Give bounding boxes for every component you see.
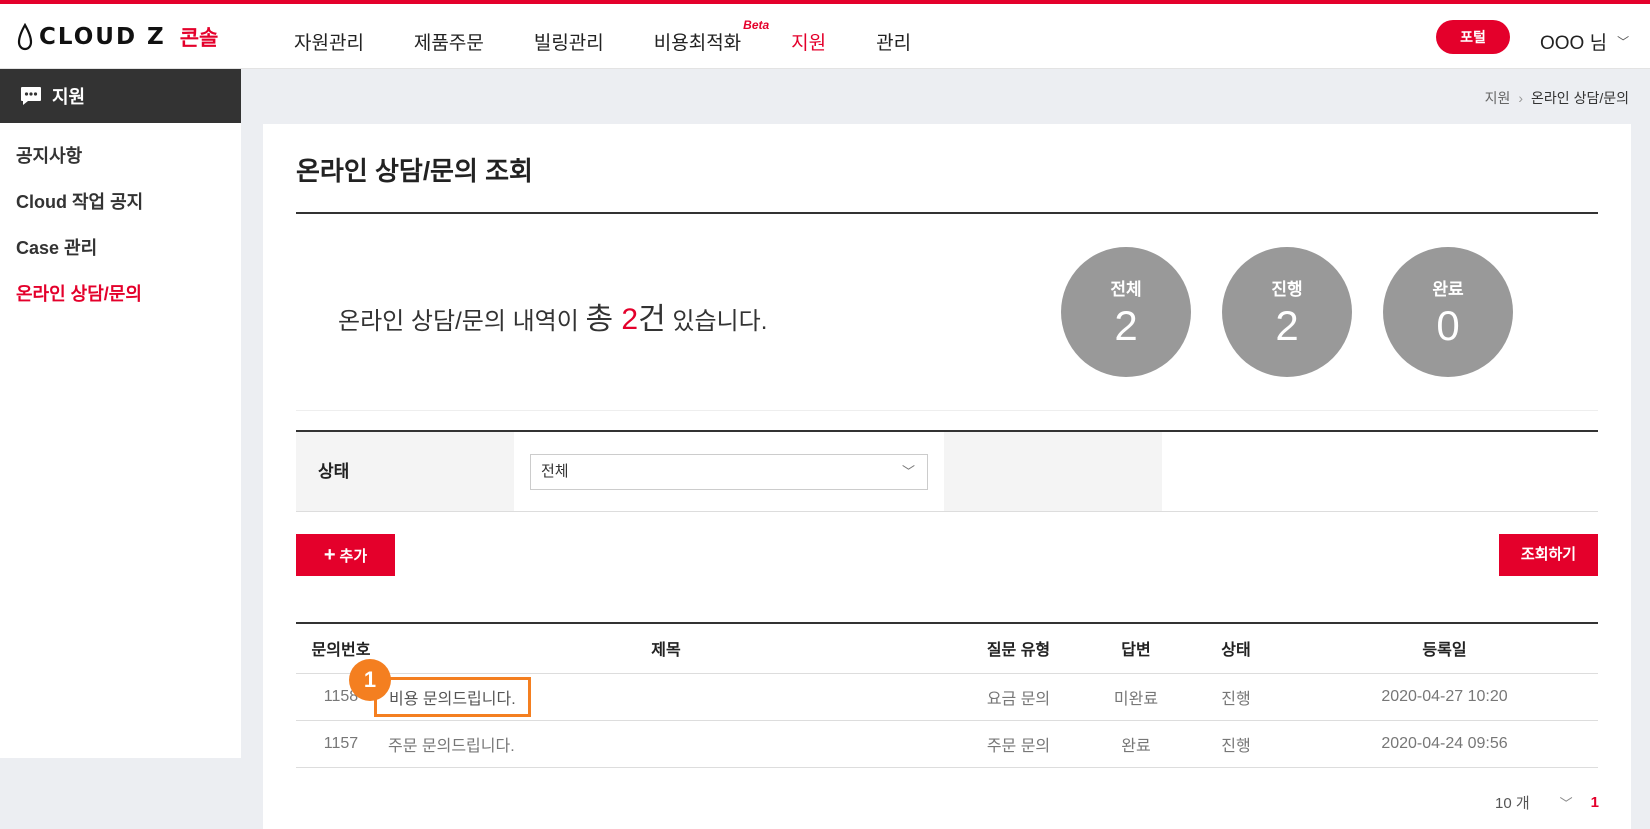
stat-circle-in-progress: 진행 2 <box>1222 247 1352 377</box>
logo-text: CLOUD Z <box>39 24 166 50</box>
summary-prefix: 온라인 상담/문의 내역이 <box>338 308 586 335</box>
nav-item-cost-optimization-label: 비용최적화 <box>653 33 742 54</box>
table-row[interactable]: 1158 비용 문의드립니다. 요금 문의 미완료 진행 2020-04-27 … <box>296 673 1598 721</box>
filter-label-status: 상태 <box>296 432 514 511</box>
main-panel: 온라인 상담/문의 조회 온라인 상담/문의 내역이 총 2건 있습니다. 전체… <box>263 124 1631 829</box>
status-select[interactable]: 전체 ﹀ <box>530 454 928 490</box>
nav-item-resources[interactable]: 자원관리 <box>294 28 364 55</box>
step-marker-badge: 1 <box>349 659 391 701</box>
inquiry-title-link[interactable]: 주문 문의드립니다. <box>388 738 515 755</box>
breadcrumb-separator-icon: › <box>1518 90 1524 106</box>
stat-circle-completed: 완료 0 <box>1383 247 1513 377</box>
stat-value: 2 <box>1114 302 1138 349</box>
inquiry-title-link-highlighted[interactable]: 비용 문의드립니다. <box>374 676 531 717</box>
header: CLOUD Z 콘솔 자원관리 제품주문 빌링관리 비용최적화 Beta 지원 … <box>0 4 1650 69</box>
cell-date: 2020-04-27 10:20 <box>1291 673 1598 721</box>
summary-total-word: 총 <box>585 303 622 336</box>
cell-title: 주문 문의드립니다. <box>386 720 946 768</box>
table-row[interactable]: 1157 주문 문의드립니다. 주문 문의 완료 진행 2020-04-24 0… <box>296 720 1598 768</box>
cell-date: 2020-04-24 09:56 <box>1291 720 1598 768</box>
portal-button[interactable]: 포털 <box>1436 20 1510 54</box>
logo-drop-icon <box>17 23 33 51</box>
user-name: OOO 님 <box>1540 33 1608 54</box>
chat-bubble-icon <box>21 87 41 105</box>
user-menu[interactable]: OOO 님 ﹀ <box>1540 28 1629 55</box>
cell-title: 비용 문의드립니다. <box>374 673 946 721</box>
breadcrumb: 지원 › 온라인 상담/문의 <box>1485 88 1629 108</box>
stat-value: 2 <box>1275 302 1299 349</box>
column-header-status: 상태 <box>1181 623 1291 674</box>
filter-empty-cell <box>944 432 1162 511</box>
sidebar-menu: 공지사항 Cloud 작업 공지 Case 관리 온라인 상담/문의 <box>0 123 241 317</box>
column-header-type: 질문 유형 <box>946 623 1091 674</box>
sidebar: 지원 공지사항 Cloud 작업 공지 Case 관리 온라인 상담/문의 <box>0 69 241 758</box>
sidebar-item-notices[interactable]: 공지사항 <box>0 133 241 179</box>
nav-item-orders[interactable]: 제품주문 <box>414 28 484 55</box>
column-header-title: 제목 <box>386 623 946 674</box>
cell-type: 주문 문의 <box>946 720 1091 768</box>
summary-unit: 건 <box>638 303 666 336</box>
summary-text: 온라인 상담/문의 내역이 총 2건 있습니다. <box>338 294 767 338</box>
page-title: 온라인 상담/문의 조회 <box>296 156 533 186</box>
title-divider <box>296 212 1598 214</box>
sidebar-item-case-management[interactable]: Case 관리 <box>0 225 241 271</box>
cell-id: 1157 <box>296 720 386 768</box>
nav-item-billing[interactable]: 빌링관리 <box>534 28 604 55</box>
summary-suffix: 있습니다. <box>665 308 768 335</box>
cell-answer: 미완료 <box>1091 673 1181 721</box>
breadcrumb-current: 온라인 상담/문의 <box>1531 90 1629 106</box>
cell-status: 진행 <box>1181 673 1291 721</box>
search-button[interactable]: 조회하기 <box>1499 534 1598 576</box>
summary-count: 2 <box>621 303 639 336</box>
cell-status: 진행 <box>1181 720 1291 768</box>
chevron-down-icon: ﹀ <box>1617 35 1630 49</box>
cell-answer: 완료 <box>1091 720 1181 768</box>
nav-item-admin[interactable]: 관리 <box>876 28 911 55</box>
plus-icon: + <box>323 543 336 566</box>
stat-label: 전체 <box>1110 280 1142 299</box>
filter-value-cell: 전체 ﹀ <box>514 432 944 511</box>
nav-item-cost-optimization[interactable]: 비용최적화 Beta <box>653 18 769 55</box>
add-button[interactable]: + 추가 <box>296 534 395 576</box>
cell-type: 요금 문의 <box>946 673 1091 721</box>
inquiry-table: 문의번호 제목 질문 유형 답변 상태 등록일 1158 비용 문의드립니다. … <box>296 622 1598 768</box>
stat-label: 진행 <box>1271 280 1303 299</box>
breadcrumb-parent[interactable]: 지원 <box>1485 88 1511 108</box>
stat-value: 0 <box>1436 302 1460 349</box>
pagination: 10 개 ﹀ 1 <box>1495 792 1599 813</box>
chevron-down-icon[interactable]: ﹀ <box>1560 793 1573 812</box>
chevron-down-icon: ﹀ <box>901 464 915 479</box>
filter-bar: 상태 전체 ﹀ <box>296 430 1598 512</box>
sidebar-title: 지원 <box>52 87 86 107</box>
column-header-answer: 답변 <box>1091 623 1181 674</box>
beta-badge: Beta <box>743 18 770 32</box>
sidebar-header: 지원 <box>0 69 241 123</box>
nav-item-support[interactable]: 지원 <box>791 28 826 55</box>
status-select-value: 전체 <box>541 463 569 480</box>
logo[interactable]: CLOUD Z 콘솔 <box>16 22 218 52</box>
add-button-label: 추가 <box>339 547 368 565</box>
column-header-date: 등록일 <box>1291 623 1598 674</box>
table-header-row: 문의번호 제목 질문 유형 답변 상태 등록일 <box>296 623 1598 674</box>
sidebar-item-online-inquiry[interactable]: 온라인 상담/문의 <box>0 271 241 317</box>
global-nav: 자원관리 제품주문 빌링관리 비용최적화 Beta 지원 관리 <box>294 18 961 55</box>
summary-divider <box>296 410 1598 411</box>
page-number-current[interactable]: 1 <box>1591 794 1599 811</box>
stat-circle-total: 전체 2 <box>1061 247 1191 377</box>
sidebar-item-cloud-work-notice[interactable]: Cloud 작업 공지 <box>0 179 241 225</box>
logo-sub: 콘솔 <box>179 27 219 50</box>
page-size-select[interactable]: 10 개 <box>1495 792 1530 813</box>
stat-label: 완료 <box>1432 280 1464 299</box>
